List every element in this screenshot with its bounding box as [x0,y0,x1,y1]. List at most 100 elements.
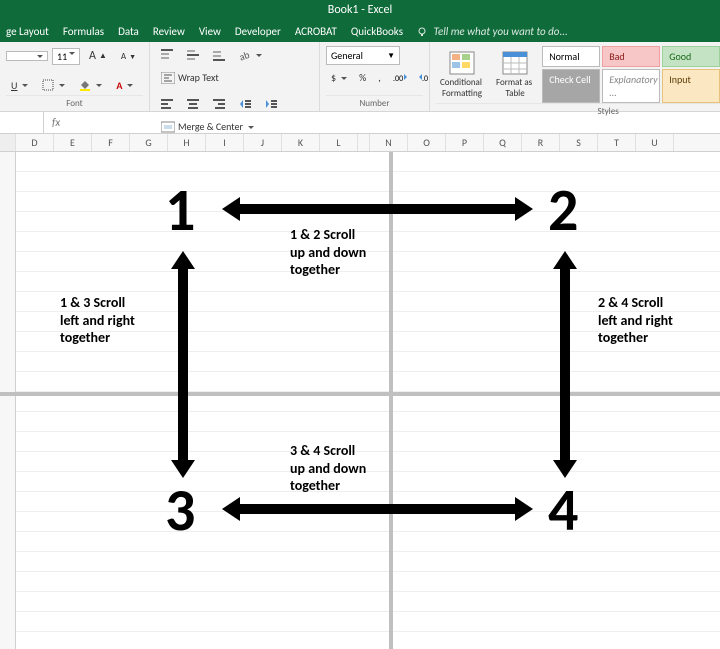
orientation-button[interactable]: ab [234,46,267,64]
align-center-icon [187,98,199,110]
align-bottom-icon [213,49,225,61]
col-header[interactable]: K [282,134,320,151]
style-bad[interactable]: Bad [602,46,660,67]
number-format-select[interactable]: General▼ [326,46,400,65]
format-as-table-label: Format as Table [496,77,534,99]
merge-icon [161,121,175,133]
merge-label: Merge & Center [178,120,243,133]
font-color-button[interactable]: A [111,76,138,95]
indent-icon [265,98,277,110]
tab-view[interactable]: View [199,25,221,38]
col-header[interactable]: R [522,134,560,151]
group-styles-label: Styles [436,103,720,117]
align-bottom-button[interactable] [208,46,230,64]
tab-review[interactable]: Review [153,25,185,38]
style-normal[interactable]: Normal [542,46,600,67]
col-header[interactable]: Q [484,134,522,151]
percent-button[interactable]: % [354,68,371,87]
tell-me-label: Tell me what you want to do... [434,25,568,38]
col-header[interactable]: U [636,134,674,151]
col-header[interactable]: O [408,134,446,151]
svg-text:.00: .00 [393,74,403,83]
col-header[interactable]: N [370,134,408,151]
conditional-formatting-icon [449,51,475,75]
fx-label[interactable]: fx [44,116,68,129]
style-explanatory[interactable]: Explanatory ... [602,69,660,103]
group-alignment: ab Wrap Text Merge & Center Alignment [150,42,320,111]
tab-formulas[interactable]: Formulas [63,25,104,38]
orientation-icon: ab [239,49,251,61]
wrap-text-label: Wrap Text [178,71,219,84]
tab-data[interactable]: Data [118,25,139,38]
svg-text:ab: ab [239,49,251,61]
style-check-cell[interactable]: Check Cell [542,69,600,103]
conditional-formatting-label: Conditional Formatting [440,77,484,99]
borders-button[interactable] [37,76,70,94]
align-center-button[interactable] [182,95,204,113]
vertical-split-bar[interactable] [389,152,393,649]
tab-developer[interactable]: Developer [235,25,281,38]
col-header[interactable]: D [16,134,54,151]
svg-text:.0: .0 [422,74,428,83]
tab-page-layout[interactable]: ge Layout [6,25,49,38]
group-font: 11 A▲ A▼ U A Font [0,42,150,111]
table-icon [502,51,528,75]
workbook-title: Book1 - Excel [328,3,392,17]
group-font-label: Font [6,95,143,109]
group-number: General▼ $ % , .00 .0 Number [320,42,430,111]
col-header[interactable]: T [598,134,636,151]
underline-button[interactable]: U [6,76,33,95]
increase-decimal-icon: .00 [393,73,407,83]
increase-decimal-button[interactable]: .00 [388,68,412,87]
ribbon-tabs: ge Layout Formulas Data Review View Deve… [0,20,720,42]
wrap-icon [161,72,175,84]
tab-acrobat[interactable]: ACROBAT [295,25,337,38]
cells[interactable] [16,152,720,649]
col-header[interactable]: H [168,134,206,151]
col-header[interactable] [358,134,370,151]
horizontal-split-bar[interactable] [0,392,720,396]
col-header[interactable]: J [244,134,282,151]
col-header[interactable]: I [206,134,244,151]
style-good[interactable]: Good [662,46,720,67]
column-headers: D E F G H I J K L N O P Q R S T U [0,134,720,152]
align-left-icon [161,98,173,110]
font-size-box[interactable]: 11 [52,48,80,65]
align-right-button[interactable] [208,95,230,113]
align-top-button[interactable] [156,46,178,64]
col-header[interactable]: F [92,134,130,151]
increase-indent-button[interactable] [260,95,282,113]
tell-me[interactable]: Tell me what you want to do... [417,25,568,38]
col-header[interactable]: P [446,134,484,151]
format-as-table-button[interactable]: Format as Table [492,49,538,101]
borders-icon [42,79,54,91]
font-name-box[interactable] [6,51,48,61]
decrease-indent-button[interactable] [234,95,256,113]
col-header[interactable]: E [54,134,92,151]
accounting-format-button[interactable]: $ [326,68,352,87]
comma-button[interactable]: , [373,68,386,87]
tab-quickbooks[interactable]: QuickBooks [351,25,403,38]
col-header[interactable]: G [130,134,168,151]
align-middle-icon [187,49,199,61]
fill-color-button[interactable] [74,76,107,94]
align-top-icon [161,49,173,61]
decrease-font-button[interactable]: A▼ [116,48,141,65]
align-middle-button[interactable] [182,46,204,64]
row-headers [0,152,16,649]
outdent-icon [239,98,251,110]
wrap-text-button[interactable]: Wrap Text [156,68,224,87]
increase-font-button[interactable]: A▲ [84,46,112,66]
name-box[interactable] [0,112,44,133]
col-header[interactable]: L [320,134,358,151]
conditional-formatting-button[interactable]: Conditional Formatting [436,49,488,101]
align-right-icon [213,98,225,110]
bucket-icon [79,79,91,91]
select-all-corner[interactable] [0,134,16,151]
group-number-label: Number [326,95,423,109]
col-header[interactable]: S [560,134,598,151]
ribbon: 11 A▲ A▼ U A Font ab Wrap Text [0,42,720,112]
align-left-button[interactable] [156,95,178,113]
worksheet[interactable]: D E F G H I J K L N O P Q R S T U 1 2 3 [0,134,720,649]
style-input[interactable]: Input [662,69,720,103]
